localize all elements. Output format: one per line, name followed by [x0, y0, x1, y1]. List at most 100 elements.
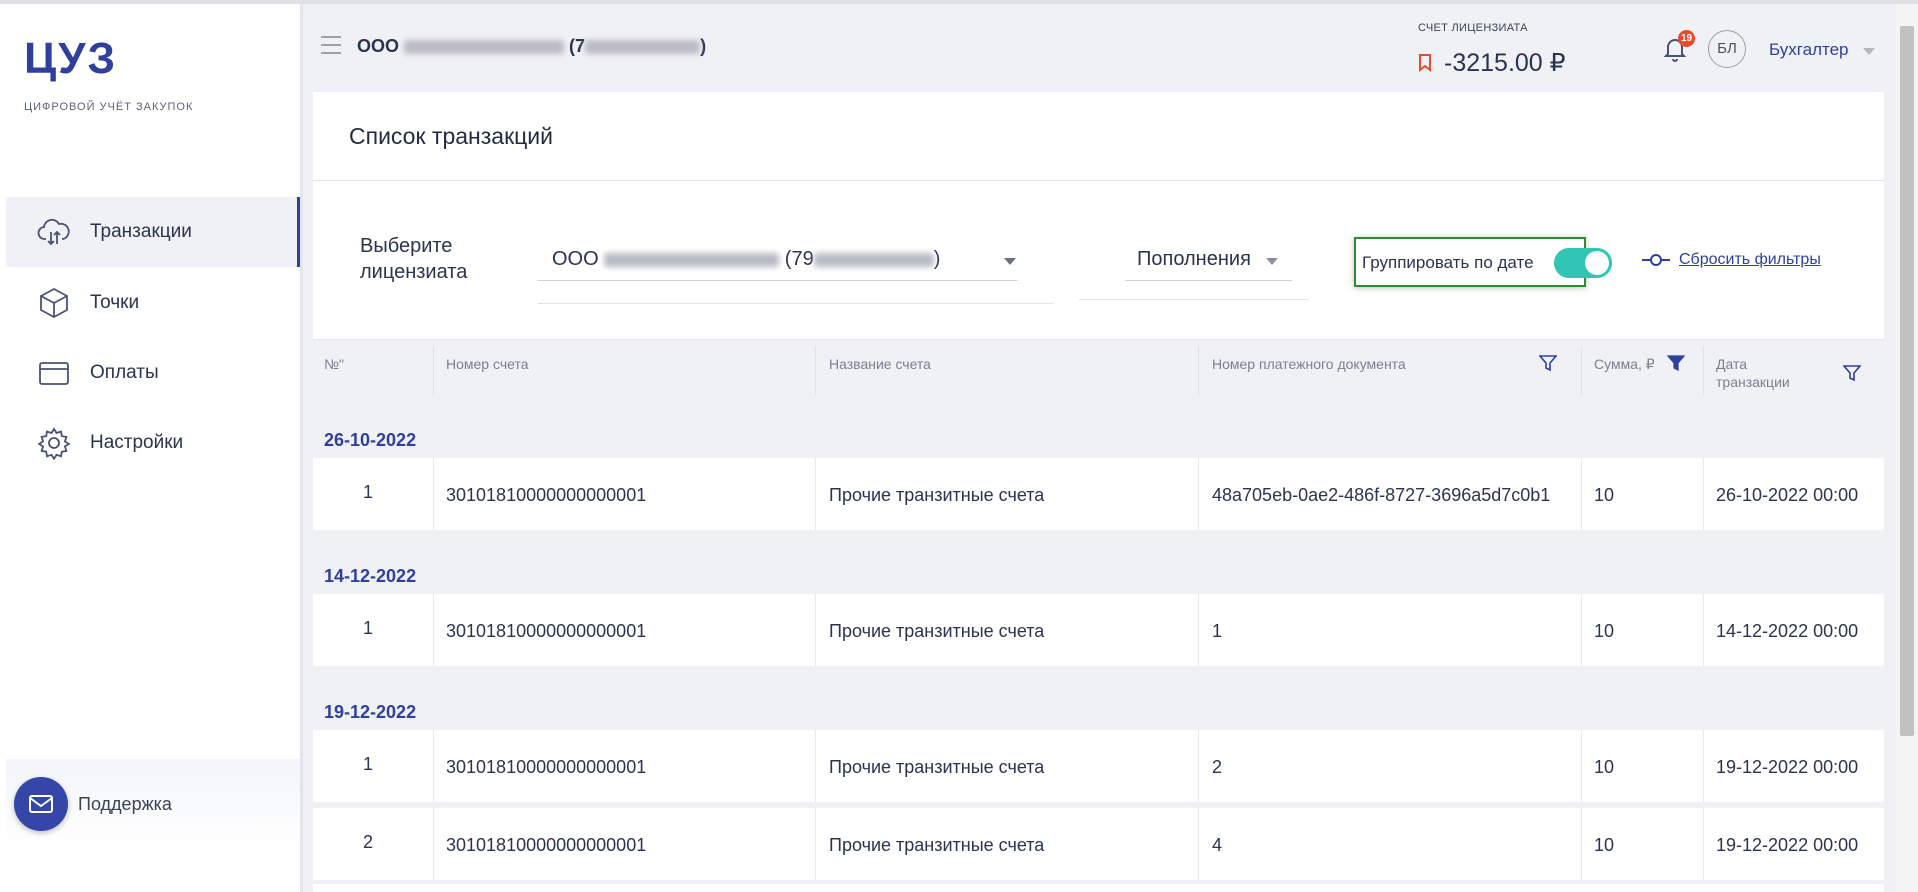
column-separator [433, 346, 434, 396]
credit-card-icon [34, 353, 74, 393]
transaction-type-select[interactable]: Пополнения [1125, 234, 1292, 281]
sidebar-item-label: Оплаты [90, 362, 159, 383]
avatar[interactable]: БЛ [1708, 30, 1746, 68]
app-logo[interactable]: ЦУЗ [24, 34, 117, 84]
sidebar-item-transactions[interactable]: Транзакции [6, 197, 300, 267]
column-header-amount[interactable]: Сумма, ₽ [1594, 355, 1655, 373]
support-widget[interactable]: Поддержка [6, 759, 300, 849]
app-logo-subtitle: ЦИФРОВОЙ УЧЁТ ЗАКУПОК [24, 101, 194, 113]
column-separator [1198, 458, 1199, 530]
column-separator [1581, 808, 1582, 880]
cell-date: 26-10-2022 00:00 [1716, 485, 1859, 505]
column-header-payment-doc[interactable]: Номер платежного документа [1212, 355, 1406, 373]
licensee-prefix: ООО [552, 248, 599, 270]
licensee-select[interactable]: ООО (79) [538, 234, 1018, 281]
column-header-account-number[interactable]: Номер счета [446, 355, 528, 373]
column-header-num[interactable]: №" [324, 355, 344, 373]
mail-icon[interactable] [14, 777, 68, 831]
cell-amount: 10 [1594, 621, 1615, 641]
column-header-date-line1: Дата [1716, 356, 1748, 372]
cell-amount: 10 [1594, 835, 1615, 855]
column-separator [1703, 730, 1704, 802]
table-row[interactable]: 1 30101810000000000001 Прочие транзитные… [313, 594, 1884, 666]
chevron-down-icon[interactable] [1863, 48, 1875, 55]
box-icon [34, 283, 74, 323]
cell-account-number: 30101810000000000001 [446, 835, 647, 855]
menu-icon[interactable] [321, 36, 341, 54]
bookmark-icon [1418, 50, 1432, 79]
licensee-inn-open: (79 [784, 248, 814, 270]
cell-num: 2 [363, 832, 374, 852]
divider [538, 303, 1053, 304]
cell-account-name: Прочие транзитные счета [829, 485, 1045, 505]
filter-icon[interactable] [1842, 364, 1862, 387]
sidebar-item-label: Точки [90, 292, 140, 313]
filter-active-icon[interactable] [1666, 354, 1686, 377]
table-header: №" Номер счета Название счета Номер плат… [313, 340, 1884, 404]
reset-filters-button[interactable]: Сбросить фильтры [1641, 251, 1821, 269]
transaction-type-value: Пополнения [1137, 248, 1251, 270]
sidebar: ЦУЗ ЦИФРОВОЙ УЧЁТ ЗАКУПОК Транзакции Точ… [0, 4, 300, 892]
redacted-org-name [404, 40, 565, 55]
toggle-knob [1585, 251, 1609, 275]
support-label[interactable]: Поддержка [78, 794, 172, 815]
chevron-down-icon[interactable] [1004, 258, 1016, 265]
column-separator [433, 730, 434, 802]
org-inn-close: ) [700, 36, 707, 56]
cell-payment-doc: 48a705eb-0ae2-486f-8727-3696a5d7c0b1 [1212, 485, 1551, 505]
cloud-transfer-icon [34, 212, 74, 252]
column-separator [1581, 730, 1582, 802]
column-separator [815, 346, 816, 396]
group-by-date-toggle[interactable] [1554, 248, 1612, 278]
reset-filters-label[interactable]: Сбросить фильтры [1679, 251, 1821, 269]
column-header-date-line2: транзакции [1716, 374, 1790, 390]
column-separator [1198, 808, 1199, 880]
sidebar-item-payments[interactable]: Оплаты [6, 338, 300, 408]
licensee-value: ООО (79) [552, 248, 940, 271]
column-separator [1581, 594, 1582, 666]
page-header: Список транзакций [313, 92, 1884, 181]
group-date-label: 26-10-2022 [324, 430, 417, 450]
cell-account-number: 30101810000000000001 [446, 757, 647, 777]
organization-title: ООО (7) [357, 36, 706, 57]
licensee-label: Выберите лицензиата [360, 235, 468, 283]
sidebar-item-settings[interactable]: Настройки [6, 408, 300, 478]
cell-num: 1 [363, 482, 374, 502]
column-separator [815, 594, 816, 666]
column-separator [1198, 730, 1199, 802]
cell-amount: 10 [1594, 485, 1615, 505]
user-role-dropdown[interactable]: Бухгалтер [1769, 40, 1849, 60]
notification-badge: 19 [1678, 30, 1695, 47]
cell-payment-doc: 4 [1212, 835, 1223, 855]
redacted-org-inn [585, 40, 701, 55]
column-header-account-name[interactable]: Название счета [829, 355, 931, 373]
cell-account-name: Прочие транзитные счета [829, 835, 1045, 855]
scrollbar-thumb[interactable] [1900, 26, 1914, 736]
table-row[interactable]: 1 30101810000000000001 Прочие транзитные… [313, 730, 1884, 802]
column-separator [815, 458, 816, 530]
column-separator [1581, 346, 1582, 396]
column-separator [815, 808, 816, 880]
column-separator [815, 730, 816, 802]
cell-date: 19-12-2022 00:00 [1716, 757, 1859, 777]
column-separator [1703, 808, 1704, 880]
column-separator [1703, 594, 1704, 666]
table-row[interactable]: 1 30101810000000000001 Прочие транзитные… [313, 458, 1884, 530]
column-header-date[interactable]: Дата транзакции [1716, 355, 1790, 391]
table-row[interactable]: 2 30101810000000000001 Прочие транзитные… [313, 808, 1884, 880]
group-date-label: 19-12-2022 [324, 702, 417, 722]
column-separator [1198, 346, 1199, 396]
filter-icon[interactable] [1538, 354, 1558, 377]
table-row-partial [313, 884, 1884, 892]
cell-account-name: Прочие транзитные счета [829, 621, 1045, 641]
gear-icon [34, 423, 74, 463]
cell-payment-doc: 2 [1212, 757, 1223, 777]
column-separator [1581, 458, 1582, 530]
page-title: Список транзакций [349, 123, 554, 149]
column-separator [1703, 458, 1704, 530]
chevron-down-icon[interactable] [1266, 258, 1278, 265]
sidebar-item-points[interactable]: Точки [6, 268, 300, 338]
org-inn-open: (7 [569, 36, 586, 56]
group-by-date-control: Группировать по дате [1354, 237, 1612, 287]
column-separator [433, 808, 434, 880]
